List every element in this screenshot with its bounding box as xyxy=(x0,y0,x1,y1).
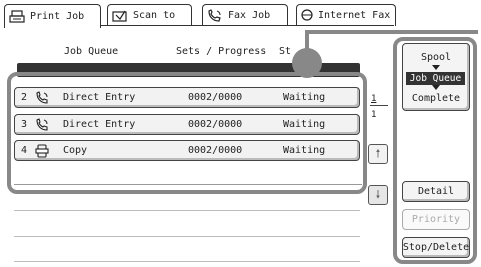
job-sets: 0002/0000 xyxy=(188,119,243,130)
copy-icon xyxy=(35,144,49,158)
tab-label: Print Job xyxy=(30,11,85,22)
job-name: Copy xyxy=(63,145,88,156)
mode-job-queue-selected[interactable]: Job Queue xyxy=(406,72,465,85)
job-number: 2 xyxy=(21,92,28,103)
tab-scan-to[interactable]: Scan to xyxy=(107,4,192,26)
divider xyxy=(14,236,360,237)
column-sets-progress: Sets / Progress xyxy=(176,46,267,57)
divider xyxy=(14,261,360,262)
detail-button[interactable]: Detail xyxy=(402,181,470,202)
arrow-down-icon xyxy=(432,65,440,70)
table-row[interactable]: 2 Direct Entry 0002/0000 Waiting xyxy=(14,87,360,108)
scroll-down-button[interactable]: 🠗 xyxy=(368,185,388,205)
divider xyxy=(14,210,360,211)
job-name: Direct Entry xyxy=(63,92,136,103)
direct-entry-icon xyxy=(35,118,49,132)
job-status: Waiting xyxy=(283,92,326,103)
job-status: Waiting xyxy=(283,119,326,130)
table-row[interactable]: 4 Copy 0002/0000 Waiting xyxy=(14,140,360,161)
page-divider xyxy=(370,105,388,106)
mode-complete[interactable]: Complete xyxy=(403,93,469,104)
priority-button[interactable]: Priority xyxy=(402,209,470,230)
print-icon xyxy=(9,9,25,24)
mode-spool[interactable]: Spool xyxy=(403,52,469,63)
tab-label: Internet Fax xyxy=(318,10,391,21)
scan-icon xyxy=(112,9,128,23)
page-current: 1 xyxy=(371,94,377,104)
tab-fax-job[interactable]: Fax Job xyxy=(202,4,288,26)
arrow-down-icon xyxy=(432,85,440,90)
column-status: St xyxy=(279,46,292,57)
job-number: 4 xyxy=(21,145,28,156)
mode-selector[interactable]: Spool Job Queue Complete xyxy=(402,43,470,111)
arrow-up-icon: 🠕 xyxy=(375,146,381,160)
column-job-queue: Job Queue xyxy=(64,46,119,57)
internet-fax-icon xyxy=(301,8,313,23)
stop-delete-button[interactable]: Stop/Delete xyxy=(402,237,470,258)
page-total: 1 xyxy=(371,110,377,120)
job-number: 3 xyxy=(21,119,28,130)
scroll-up-button[interactable]: 🠕 xyxy=(368,144,388,164)
divider xyxy=(14,184,362,185)
tab-print-job[interactable]: Print Job xyxy=(4,4,101,28)
arrow-down-icon: 🠗 xyxy=(375,187,381,201)
fax-icon xyxy=(207,8,223,23)
tab-internet-fax[interactable]: Internet Fax xyxy=(296,4,396,26)
table-row[interactable]: 3 Direct Entry 0002/0000 Waiting xyxy=(14,114,360,135)
direct-entry-icon xyxy=(35,91,49,105)
callout-line xyxy=(308,30,478,34)
job-sets: 0002/0000 xyxy=(188,145,243,156)
job-name: Direct Entry xyxy=(63,119,136,130)
tab-label: Scan to xyxy=(133,10,176,21)
tab-label: Fax Job xyxy=(228,10,271,21)
job-sets: 0002/0000 xyxy=(188,92,243,103)
job-status: Waiting xyxy=(283,145,326,156)
